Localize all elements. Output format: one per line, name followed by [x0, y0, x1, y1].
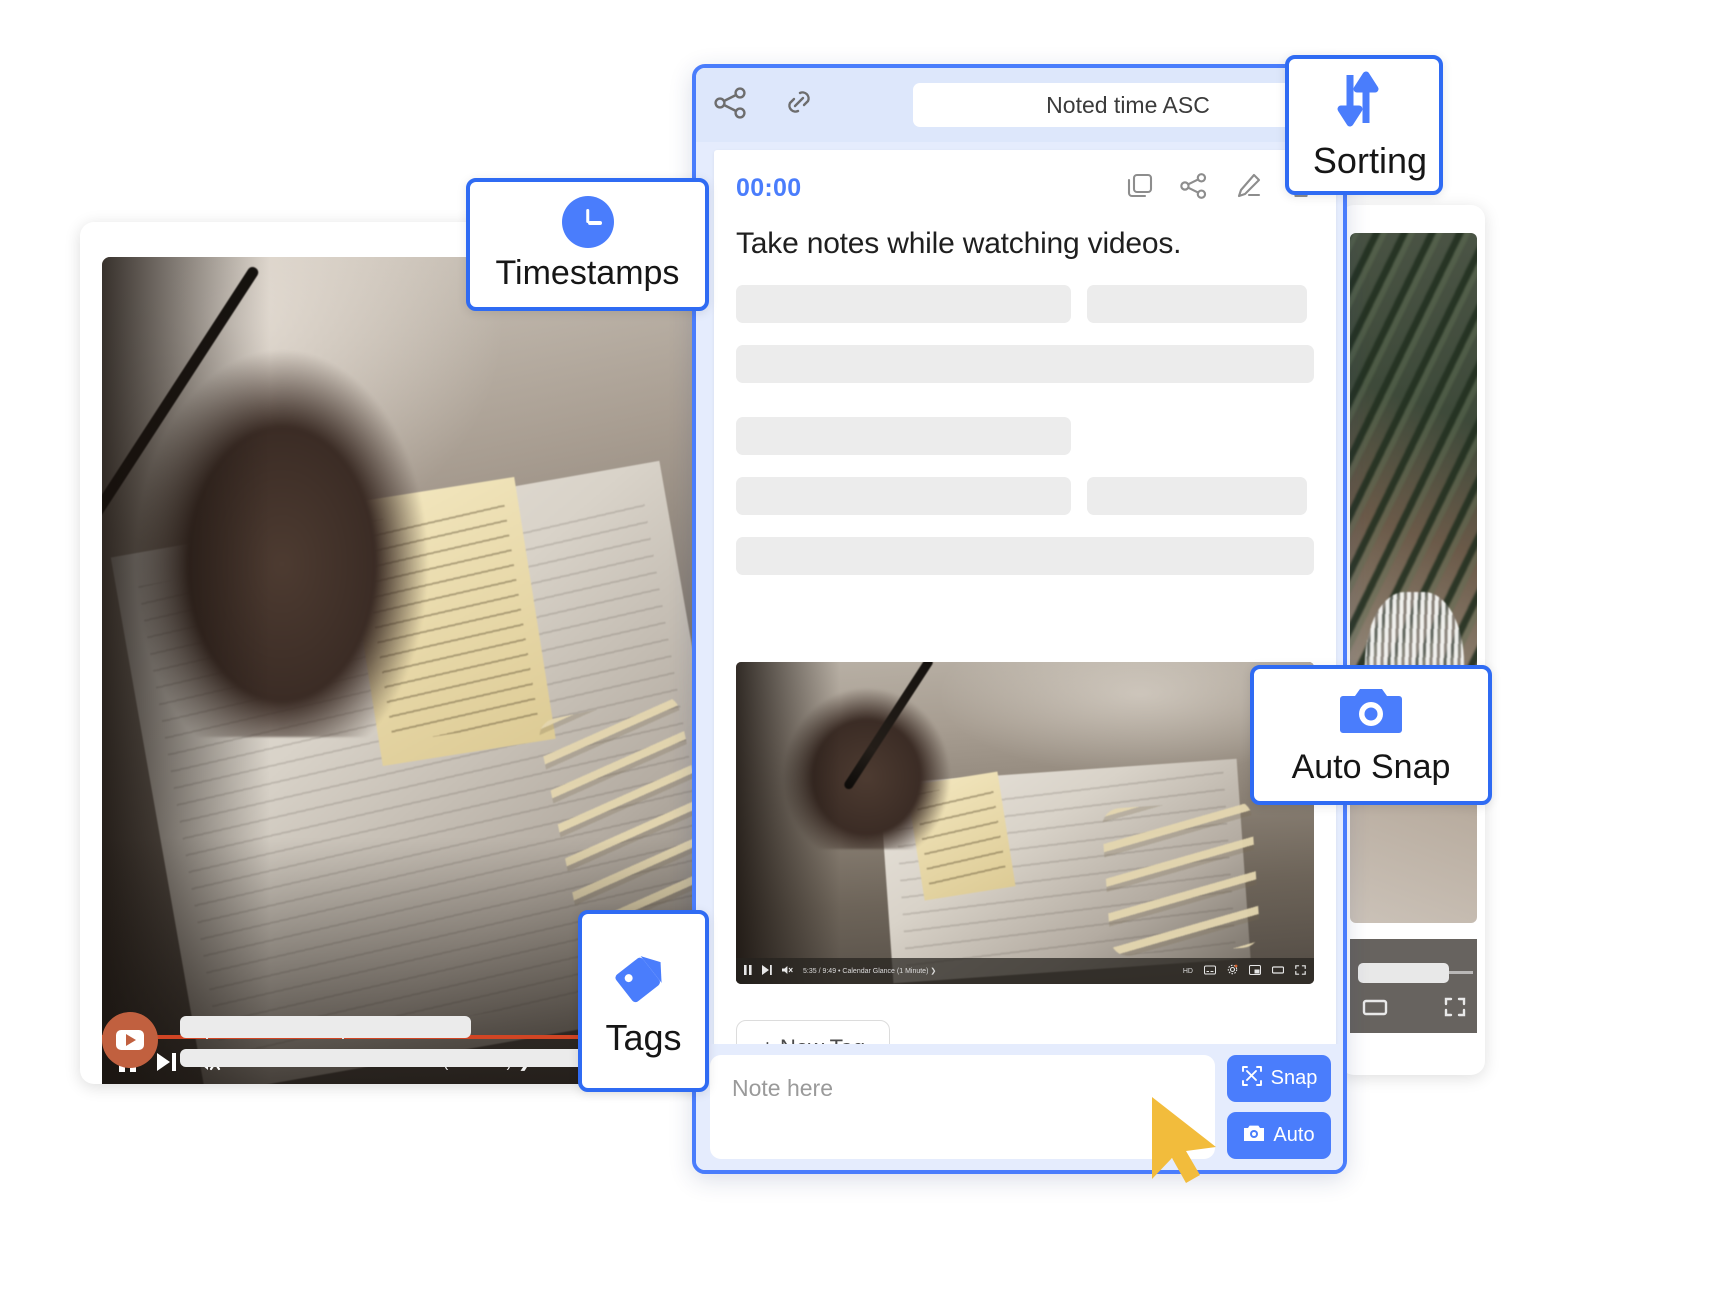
background-player-controls[interactable] — [1350, 939, 1477, 1033]
callout-tags: Tags — [578, 910, 709, 1092]
fullscreen-icon[interactable] — [1443, 996, 1467, 1023]
next-track-icon — [762, 962, 772, 980]
auto-label: Auto — [1273, 1124, 1315, 1146]
sort-order-select[interactable]: Noted time ASC — [913, 83, 1343, 127]
callout-label-tags: Tags — [605, 1016, 682, 1058]
note-body-text: Take notes while watching videos. — [736, 227, 1182, 260]
share-icon[interactable] — [714, 86, 748, 124]
note-input-placeholder: Note here — [732, 1075, 834, 1101]
note-timestamp[interactable]: 00:00 — [736, 174, 801, 203]
sort-order-value: Noted time ASC — [1046, 91, 1210, 118]
camera-icon — [1340, 683, 1402, 742]
note-input[interactable]: Note here — [710, 1055, 1215, 1159]
screenshot-stage: 5:35 / 9:49 • Calendar Glance (1 Minute)… — [0, 0, 1710, 1290]
link-icon[interactable] — [782, 87, 816, 124]
callout-label-sorting: Sorting — [1312, 139, 1427, 181]
notes-toolbar: Noted time ASC — [696, 68, 1343, 142]
miniplayer-icon — [1249, 962, 1261, 980]
snip-icon — [1241, 1065, 1263, 1093]
tag-icon — [613, 944, 675, 1011]
sort-arrows-icon — [1333, 69, 1383, 134]
fullscreen-icon — [1295, 962, 1306, 980]
callout-auto-snap: Auto Snap — [1250, 665, 1492, 805]
youtube-play-icon[interactable] — [102, 1012, 158, 1068]
notes-extension-panel[interactable]: Noted time ASC 00:00 Take notes while wa… — [692, 64, 1347, 1174]
snapshot-player-meta: 5:35 / 9:49 • Calendar Glance (1 Minute)… — [803, 968, 937, 975]
background-seek-bar[interactable] — [1358, 963, 1450, 983]
theater-mode-icon[interactable] — [1362, 997, 1388, 1022]
callout-label-auto-snap: Auto Snap — [1291, 748, 1451, 786]
note-composer: Note here Snap Auto — [696, 1044, 1343, 1170]
callout-sorting: Sorting — [1285, 55, 1443, 195]
clock-icon — [561, 196, 614, 248]
snapshot-image — [736, 662, 1314, 984]
note-skeleton-lines — [714, 261, 1336, 575]
background-video-thumbnail — [1350, 233, 1477, 923]
edit-pencil-icon[interactable] — [1234, 172, 1262, 205]
settings-icon — [1227, 962, 1238, 980]
callout-timestamps: Timestamps — [466, 178, 709, 311]
video-title-placeholder — [180, 1016, 471, 1038]
snap-label: Snap — [1270, 1067, 1318, 1089]
background-video-window[interactable] — [1340, 205, 1485, 1075]
share-icon[interactable] — [1180, 172, 1208, 205]
copy-icon[interactable] — [1126, 172, 1154, 205]
quality-badge: HD — [1182, 967, 1193, 975]
theater-icon — [1271, 962, 1285, 980]
callout-label-timestamps: Timestamps — [495, 254, 680, 292]
background-seek-remaining — [1449, 971, 1473, 974]
camera-icon — [1243, 1123, 1265, 1149]
muted-volume-icon — [782, 962, 793, 980]
snapshot-player-bar: 5:35 / 9:49 • Calendar Glance (1 Minute)… — [736, 958, 1314, 984]
subtitles-icon — [1204, 962, 1216, 980]
note-snapshot-thumbnail[interactable]: 5:35 / 9:49 • Calendar Glance (1 Minute)… — [736, 662, 1314, 984]
auto-button[interactable]: Auto — [1227, 1112, 1331, 1159]
note-item-card[interactable]: 00:00 Take notes while watching videos. … — [714, 150, 1336, 1050]
pause-icon — [744, 962, 752, 980]
snap-button[interactable]: Snap — [1227, 1055, 1331, 1102]
